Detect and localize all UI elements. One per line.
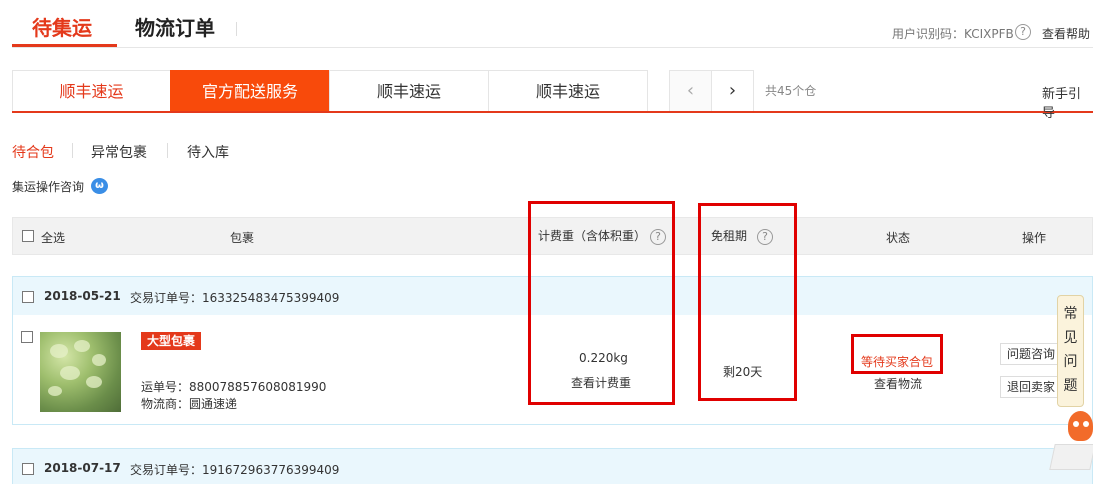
annotation-box-status — [851, 334, 943, 374]
subtab-divider — [72, 143, 73, 158]
order-checkbox[interactable] — [22, 463, 34, 475]
order-number: 交易订单号：163325483475399409 — [130, 291, 340, 305]
header-divider — [236, 22, 237, 36]
faq-char: 常 — [1063, 306, 1078, 322]
chevron-right-icon[interactable]: › — [711, 70, 754, 111]
faq-float-button[interactable]: 常 见 问 题 — [1057, 295, 1084, 407]
subtab-divider — [167, 143, 168, 158]
service-tab-sf-3[interactable]: 顺丰速运 — [488, 70, 648, 111]
select-all-label: 全选 — [41, 231, 66, 245]
col-package: 包裹 — [230, 231, 255, 245]
service-tab-sf-1[interactable]: 顺丰速运 — [12, 70, 171, 111]
waybill-number: 运单号：880078857608081990 — [141, 380, 327, 394]
chevron-left-icon[interactable]: ‹ — [669, 70, 712, 111]
package-checkbox[interactable] — [21, 331, 33, 343]
faq-char: 见 — [1063, 330, 1078, 346]
question-circle-icon[interactable]: ? — [1015, 24, 1031, 40]
header-rule — [12, 47, 1093, 48]
order-number: 交易订单号：191672963776399409 — [130, 463, 340, 477]
user-code: 用户识别码：KCIXPFB — [892, 27, 1014, 41]
order-date: 2018-07-17 — [44, 461, 121, 475]
help-link[interactable]: 查看帮助 — [1042, 25, 1090, 42]
order-header: 2018-07-17 交易订单号：191672963776399409 — [12, 448, 1093, 484]
col-status: 状态 — [886, 231, 911, 245]
consult-link[interactable]: 集运操作咨询 — [12, 178, 84, 195]
select-all-checkbox[interactable] — [22, 230, 34, 242]
subtab-pending-storage[interactable]: 待入库 — [187, 142, 229, 162]
return-to-seller-button[interactable]: 退回卖家 — [1000, 376, 1062, 398]
order-date: 2018-05-21 — [44, 289, 121, 303]
mascot-icon[interactable] — [1060, 407, 1093, 447]
col-action: 操作 — [1022, 231, 1047, 245]
chat-bubble-icon[interactable]: ω — [91, 178, 108, 194]
service-tab-official[interactable]: 官方配送服务 — [170, 70, 330, 111]
faq-char: 问 — [1063, 354, 1078, 370]
service-tab-bar: 顺丰速运 官方配送服务 顺丰速运 顺丰速运 ‹ › 共45个仓 新手引导 — [12, 70, 1093, 121]
large-package-badge: 大型包裹 — [141, 332, 202, 350]
consult-button[interactable]: 问题咨询 — [1000, 343, 1062, 365]
view-logistics-link[interactable]: 查看物流 — [874, 375, 922, 392]
package-thumbnail[interactable] — [40, 332, 121, 412]
annotation-box-weight — [528, 201, 675, 405]
mascot-base — [1049, 444, 1093, 470]
tab-pending-consolidation[interactable]: 待集运 — [32, 14, 92, 42]
annotation-box-free-period — [698, 203, 797, 401]
order-checkbox[interactable] — [22, 291, 34, 303]
carrier-name: 物流商：圆通速递 — [141, 397, 238, 411]
tab-logistics-orders[interactable]: 物流订单 — [135, 14, 215, 42]
beginner-guide-link[interactable]: 新手引导 — [1042, 83, 1093, 121]
service-tab-sf-2[interactable]: 顺丰速运 — [329, 70, 489, 111]
subtab-abnormal[interactable]: 异常包裹 — [91, 142, 147, 162]
subtab-pending-merge[interactable]: 待合包 — [12, 142, 54, 162]
faq-char: 题 — [1063, 378, 1078, 394]
warehouse-count: 共45个仓 — [765, 84, 817, 98]
